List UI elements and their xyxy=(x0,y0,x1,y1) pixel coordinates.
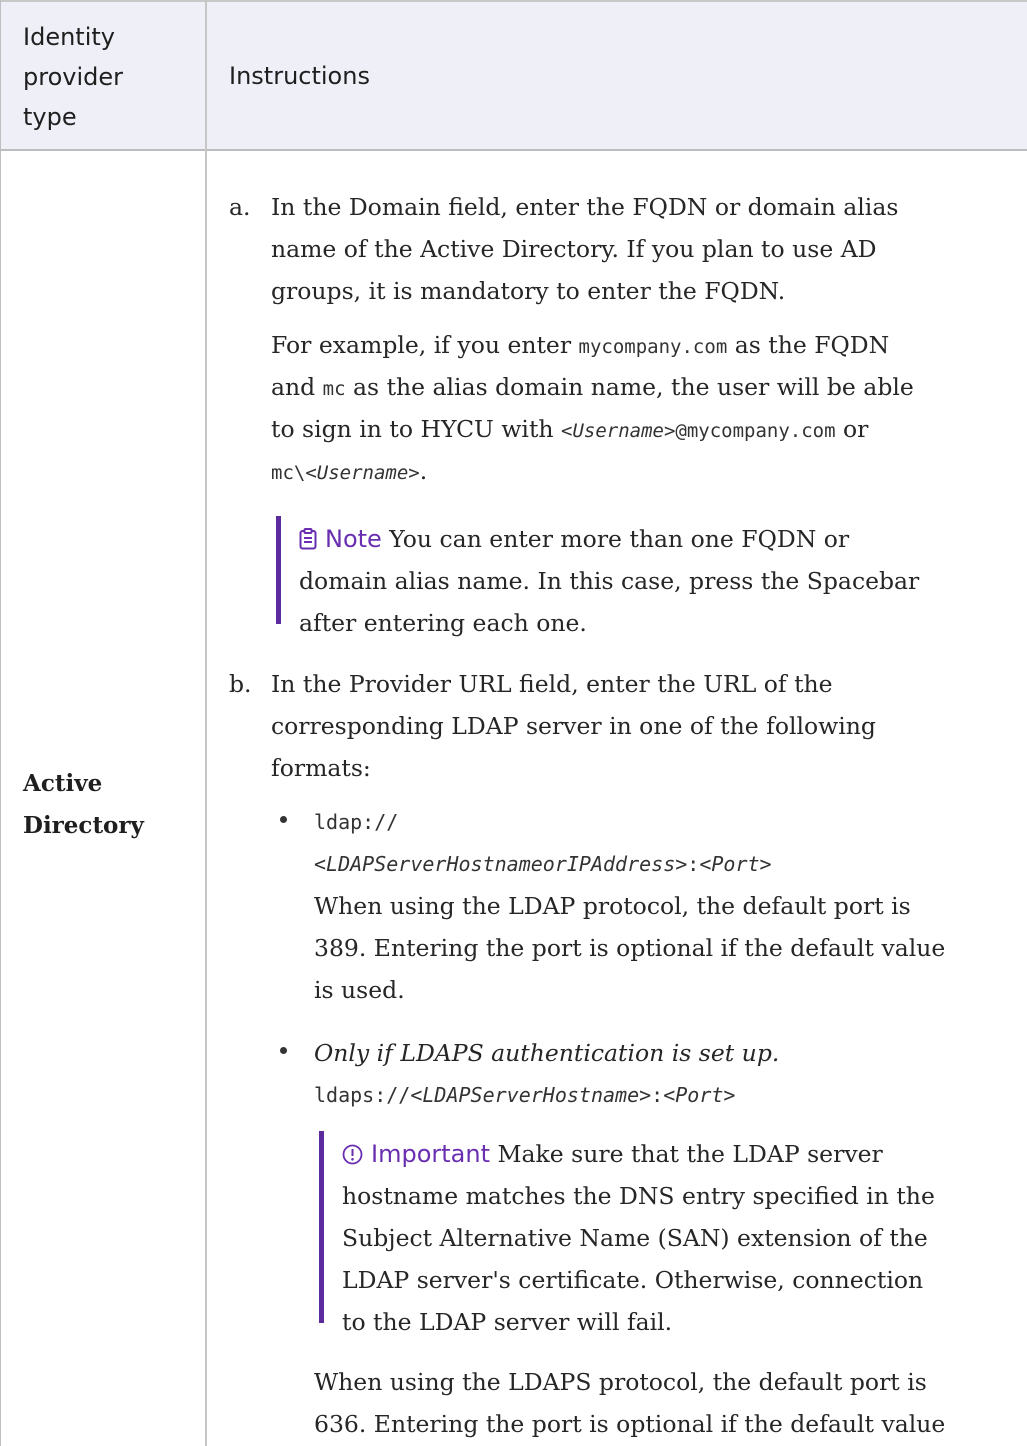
example-text: For example, if you enter xyxy=(271,331,579,359)
exclamation-circle-icon xyxy=(342,1136,363,1178)
code-placeholder: Port xyxy=(675,1083,724,1107)
header-instructions: Instructions xyxy=(229,62,370,90)
example-line: to sign in to HYCU with <Username>@mycom… xyxy=(271,408,868,452)
example-line: mc\<Username>. xyxy=(271,450,427,494)
example-text: . xyxy=(419,457,428,485)
code-part: < xyxy=(561,420,573,442)
example-text: as the alias domain name, the user will … xyxy=(345,373,914,401)
important-line: to the LDAP server will fail. xyxy=(342,1308,673,1336)
step-a-text-line: In the Domain field, enter the FQDN or d… xyxy=(271,193,899,221)
bullet1-text-line: 389. Entering the port is optional if th… xyxy=(314,934,946,962)
ldap-url-line: <LDAPServerHostnameorIPAddress>:<Port> xyxy=(314,843,772,885)
bullet2-text-line: When using the LDAPS protocol, the defau… xyxy=(314,1368,927,1396)
note-title: Note xyxy=(325,525,382,553)
header-line: provider xyxy=(23,63,123,91)
important-callout-bar xyxy=(319,1131,324,1323)
code-fqdn: mycompany.com xyxy=(578,336,728,358)
row-label-line: Directory xyxy=(23,812,144,839)
header-identity-provider-type: Identity provider type xyxy=(23,17,193,137)
column-divider xyxy=(205,0,207,1446)
code-part: >@mycompany.com xyxy=(663,420,836,442)
code-placeholder: LDAPServerHostnameorIPAddress xyxy=(326,852,676,876)
code-part: >:< xyxy=(639,1083,676,1107)
code-part: >:< xyxy=(675,852,712,876)
step-a-text-line: name of the Active Directory. If you pla… xyxy=(271,235,877,263)
code-part: < xyxy=(314,852,327,876)
note-line: after entering each one. xyxy=(299,609,587,637)
bullet1-text-line: is used. xyxy=(314,976,405,1004)
important-line: Subject Alternative Name (SAN) extension… xyxy=(342,1224,928,1252)
header-line: type xyxy=(23,103,77,131)
code-part: > xyxy=(759,852,772,876)
important-line: hostname matches the DNS entry specified… xyxy=(342,1182,935,1210)
ldaps-url-line: ldaps://<LDAPServerHostname>:<Port> xyxy=(314,1074,735,1116)
code-part: > xyxy=(408,462,420,484)
example-text: as the FQDN xyxy=(727,331,890,359)
code-part: ldaps://< xyxy=(314,1083,423,1107)
step-b-marker: b. xyxy=(229,670,252,698)
step-a-marker: a. xyxy=(229,193,251,221)
step-b-text-line: formats: xyxy=(271,754,371,782)
bullet-dot xyxy=(280,1047,287,1054)
code-placeholder: Username xyxy=(316,462,409,484)
important-title: Important xyxy=(371,1140,490,1168)
step-b-text-line: In the Provider URL field, enter the URL… xyxy=(271,670,833,698)
note-text: You can enter more than one FQDN or xyxy=(389,525,850,553)
example-text: to sign in to HYCU with xyxy=(271,415,561,443)
example-line: and mc as the alias domain name, the use… xyxy=(271,366,914,410)
bullet-dot xyxy=(280,816,287,823)
important-text: Make sure that the LDAP server xyxy=(497,1140,883,1168)
ldap-url-line: ldap:// xyxy=(314,810,399,834)
bullet2-text-line: 636. Entering the port is optional if th… xyxy=(314,1410,946,1438)
step-b-text-line: corresponding LDAP server in one of the … xyxy=(271,712,876,740)
row-label-active-directory: Active Directory xyxy=(23,763,193,847)
note-line: Note You can enter more than one FQDN or xyxy=(299,518,849,563)
example-text: or xyxy=(835,415,869,443)
code-placeholder: Port xyxy=(711,852,760,876)
bullet2-condition: Only if LDAPS authentication is set up. xyxy=(314,1039,780,1067)
clipboard-icon xyxy=(299,521,317,563)
important-line: Important Make sure that the LDAP server xyxy=(342,1133,883,1178)
code-alias: mc xyxy=(322,378,346,400)
row-label-line: Active xyxy=(23,770,103,797)
bullet1-text-line: When using the LDAP protocol, the defaul… xyxy=(314,892,911,920)
example-line: For example, if you enter mycompany.com … xyxy=(271,324,889,368)
step-a-text-line: groups, it is mandatory to enter the FQD… xyxy=(271,277,786,305)
important-line: LDAP server's certificate. Otherwise, co… xyxy=(342,1266,924,1294)
note-callout-bar xyxy=(276,516,281,624)
code-placeholder: Username xyxy=(572,420,664,442)
code-part: mc\< xyxy=(271,462,317,484)
identity-provider-table: Identity provider type Instructions Acti… xyxy=(0,0,1027,1446)
example-text: and xyxy=(271,373,323,401)
code-placeholder: LDAPServerHostname xyxy=(422,1083,640,1107)
code-part: > xyxy=(723,1083,736,1107)
note-line: domain alias name. In this case, press t… xyxy=(299,567,920,595)
header-line: Identity xyxy=(23,23,115,51)
